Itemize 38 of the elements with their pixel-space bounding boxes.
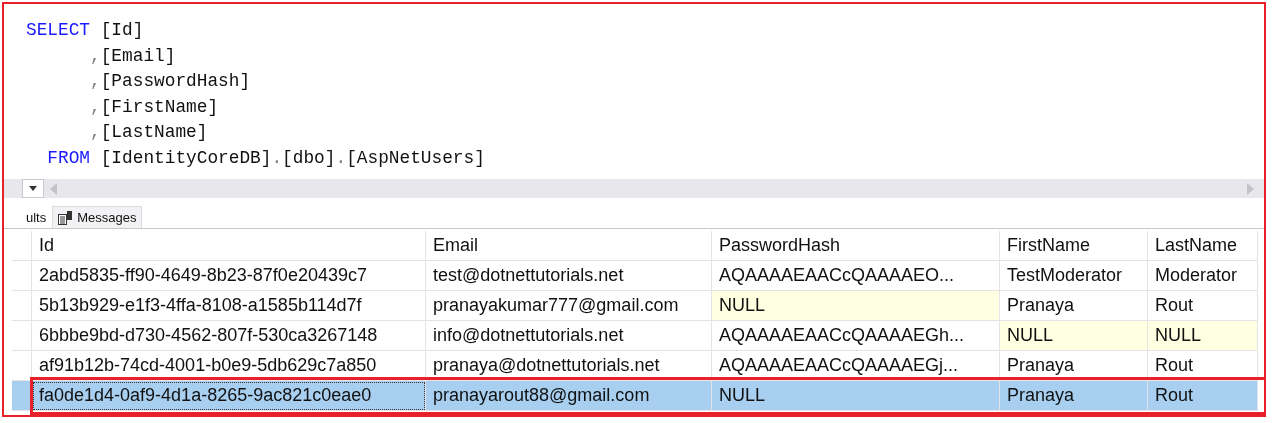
row-header[interactable]: [12, 381, 32, 411]
table-cell: Pranaya: [1000, 291, 1148, 321]
code-line: ,[Email]: [89, 44, 176, 68]
table-cell: NULL: [1148, 321, 1258, 351]
table-cell: 5b13b929-e1f3-4ffa-8108-a1585b114d7f: [32, 291, 426, 321]
table-cell: 2abd5835-ff90-4649-8b23-87f0e20439c7: [32, 261, 426, 291]
table-cell: NULL: [712, 291, 1000, 321]
messages-icon: [58, 210, 73, 225]
results-tab[interactable]: Messages: [52, 206, 143, 228]
code-line: ,[LastName]: [89, 121, 208, 145]
table-cell: Rout: [1148, 291, 1258, 321]
code-line: SELECT [Id]: [26, 19, 144, 42]
column-header[interactable]: PasswordHash: [712, 231, 1000, 261]
table-cell: NULL: [712, 381, 1000, 411]
table-cell: pranayakumar777@gmail.com: [426, 291, 712, 321]
column-header[interactable]: FirstName: [1000, 231, 1148, 261]
code-line: ,[FirstName]: [89, 95, 219, 119]
caret-icon: [29, 186, 37, 191]
table-cell: AQAAAAEAACcQAAAAEGh...: [712, 321, 1000, 351]
table-cell: info@dotnettutorials.net: [426, 321, 712, 351]
column-header[interactable]: Email: [426, 231, 712, 261]
table-cell: test@dotnettutorials.net: [426, 261, 712, 291]
scroll-right-icon[interactable]: [1247, 182, 1254, 195]
table-cell: fa0de1d4-0af9-4d1a-8265-9ac821c0eae0: [32, 381, 426, 411]
column-header[interactable]: Id: [32, 231, 426, 261]
table-cell: Moderator: [1148, 261, 1258, 291]
table-cell: NULL: [1000, 321, 1148, 351]
table-cell: AQAAAAEAACcQAAAAEO...: [712, 261, 1000, 291]
table-cell: 6bbbe9bd-d730-4562-807f-530ca3267148: [32, 321, 426, 351]
column-header[interactable]: LastName: [1148, 231, 1258, 261]
table-cell: Pranaya: [1000, 381, 1148, 411]
table-cell: pranayarout88@gmail.com: [426, 381, 712, 411]
code-line: ,[PasswordHash]: [89, 70, 251, 94]
dropdown-button[interactable]: [22, 179, 44, 198]
table-cell: TestModerator: [1000, 261, 1148, 291]
scroll-left-icon[interactable]: [50, 182, 57, 195]
code-line: FROM [IdentityCoreDB].[dbo].[AspNetUsers]: [46, 146, 485, 170]
table-cell: Rout: [1148, 381, 1258, 411]
